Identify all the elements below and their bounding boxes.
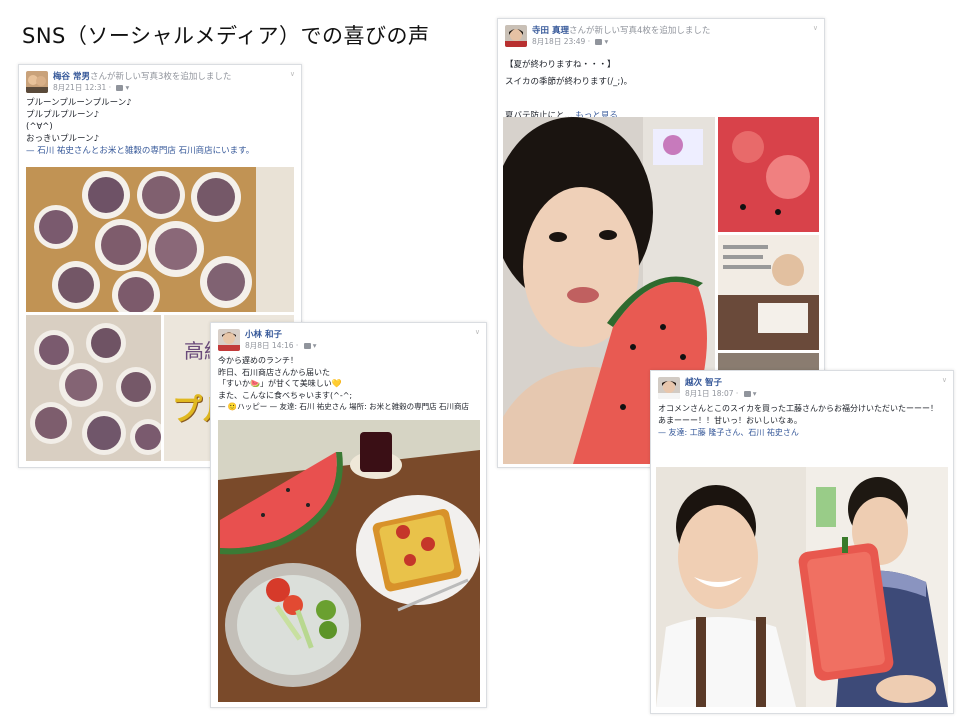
post-card-kobayashi: 小林 和子 8月8日 14:16 · ▾ ∨ 今から遅めのランチ！ 昨日、石川商… <box>210 322 487 708</box>
post-card-koshiji: 越次 智子 8月1日 18:07 · ▾ ∨ オコメンさんとこのスイカを買った工… <box>650 370 954 714</box>
post-action: さんが新しい写真4枚を追加しました <box>568 26 711 36</box>
chevron-down-icon[interactable]: ∨ <box>475 328 480 336</box>
post-meta: 8月1日 18:07 · ▾ <box>685 389 757 398</box>
chevron-down-icon[interactable]: ∨ <box>290 70 295 78</box>
post-author-line: 梅谷 常男さんが新しい写真3枚を追加しました <box>53 70 231 82</box>
post-photo-flyer[interactable] <box>718 235 819 350</box>
post-date[interactable]: 8月8日 14:16 · <box>245 341 301 350</box>
post-text: 【夏が終わりますね・・・】 スイカの季節が終わります(/_;)。 <box>505 60 633 87</box>
post-header: 梅谷 常男さんが新しい写真3枚を追加しました 8月21日 12:31 · ▾ ∨ <box>19 65 301 97</box>
post-text: オコメンさんとこのスイカを買った工藤さんからお福分けいただいたーーー！ あまーー… <box>658 404 938 425</box>
avatar[interactable] <box>658 377 680 399</box>
avatar[interactable] <box>218 329 240 351</box>
post-action: さんが新しい写真3枚を追加しました <box>89 72 232 82</box>
post-tag[interactable]: — 石川 祐史さんとお米と雑穀の専門店 石川商店にいます。 <box>19 145 301 157</box>
chevron-down-icon[interactable]: ∨ <box>813 24 818 32</box>
author-name[interactable]: 越次 智子 <box>685 378 722 388</box>
post-photo-prunes-tray[interactable] <box>26 315 161 461</box>
post-meta: 8月18日 23:49 · ▾ <box>532 37 609 46</box>
post-date[interactable]: 8月21日 12:31 · <box>53 83 113 92</box>
post-author-line: 寺田 真理さんが新しい写真4枚を追加しました <box>532 24 710 36</box>
post-text: 今から遅めのランチ！ 昨日、石川商店さんから届いた 「すいか🍉」が甘くて美味しい… <box>218 356 353 400</box>
post-photo-prunes-box[interactable] <box>26 167 294 312</box>
post-meta: 8月21日 12:31 · ▾ <box>53 83 130 92</box>
post-author-line: 小林 和子 <box>245 328 282 340</box>
post-photo-watermelon-closeup[interactable] <box>718 117 819 232</box>
post-meta: 8月8日 14:16 · ▾ <box>245 341 317 350</box>
audience-icon[interactable] <box>116 85 124 91</box>
post-date[interactable]: 8月1日 18:07 · <box>685 389 741 398</box>
post-author-line: 越次 智子 <box>685 376 722 388</box>
post-date[interactable]: 8月18日 23:49 · <box>532 37 592 46</box>
audience-icon[interactable] <box>743 391 751 397</box>
author-name[interactable]: 寺田 真理 <box>532 26 569 36</box>
post-header: 小林 和子 8月8日 14:16 · ▾ ∨ <box>211 323 486 355</box>
avatar[interactable] <box>505 25 527 47</box>
post-photo-lunch[interactable] <box>218 420 480 702</box>
audience-icon[interactable] <box>595 39 603 45</box>
slide-title: SNS（ソーシャルメディア）での喜びの声 <box>22 24 430 48</box>
post-tag[interactable]: — 🙂ハッピー — 友達: 石川 祐史さん 場所: お米と雑穀の専門店 石川商店 <box>211 401 486 413</box>
avatar[interactable] <box>26 71 48 93</box>
post-header: 越次 智子 8月1日 18:07 · ▾ ∨ <box>651 371 953 403</box>
post-tag[interactable]: — 友達: 工藤 隆子さん、石川 祐史さん <box>651 427 953 439</box>
author-name[interactable]: 小林 和子 <box>245 330 282 340</box>
post-photo-watermelon-smile[interactable] <box>656 467 948 707</box>
chevron-down-icon[interactable]: ∨ <box>942 376 947 384</box>
post-header: 寺田 真理さんが新しい写真4枚を追加しました 8月18日 23:49 · ▾ ∨ <box>498 19 824 51</box>
author-name[interactable]: 梅谷 常男 <box>53 72 90 82</box>
audience-icon[interactable] <box>303 343 311 349</box>
post-text: プルーンプルーンプルーン♪ プルプルプルーン♪ (^∀^) おっきいプルーン♪ <box>26 98 132 144</box>
